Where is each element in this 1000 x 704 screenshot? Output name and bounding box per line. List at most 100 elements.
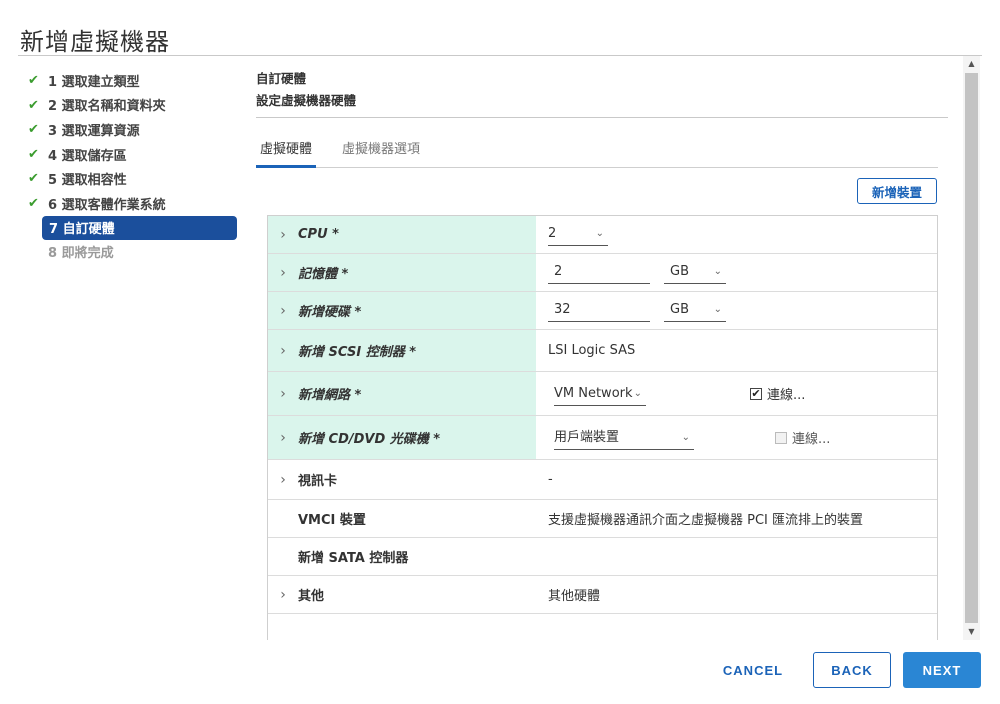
check-icon: ✔ bbox=[28, 195, 39, 211]
row-label[interactable]: › 新增 SCSI 控制器 * bbox=[268, 330, 536, 371]
row-label[interactable]: › CPU * bbox=[268, 216, 536, 253]
row-label[interactable]: › 新增硬碟 * bbox=[268, 292, 536, 329]
scsi-value: LSI Logic SAS bbox=[548, 343, 636, 358]
network-value: VM Network bbox=[554, 386, 633, 401]
scsi-label: 新增 SCSI 控制器 * bbox=[298, 345, 417, 360]
wizard-step-6[interactable]: ✔ 6 選取客體作業系統 bbox=[28, 191, 238, 216]
wizard-step-2[interactable]: ✔ 2 選取名稱和資料夾 bbox=[28, 93, 238, 118]
hardware-row-video: › 視訊卡 - bbox=[268, 460, 937, 500]
wizard-step-label: 2 選取名稱和資料夾 bbox=[48, 99, 166, 115]
row-label[interactable]: › 新增網路 * bbox=[268, 372, 536, 415]
chevron-down-icon: ⌄ bbox=[713, 304, 722, 315]
network-select[interactable]: VM Network ⌄ bbox=[554, 384, 646, 406]
memory-unit-select[interactable]: GB ⌄ bbox=[664, 262, 726, 284]
cpu-select[interactable]: 2 ⌄ bbox=[548, 224, 608, 246]
chevron-down-icon: ⌄ bbox=[595, 228, 604, 239]
row-label[interactable]: › 其他 bbox=[268, 576, 536, 613]
other-label: 其他 bbox=[298, 589, 325, 604]
chevron-right-icon[interactable]: › bbox=[268, 587, 298, 603]
check-icon: ✔ bbox=[28, 73, 39, 88]
disk-unit: GB bbox=[670, 302, 689, 317]
network-connect-checkbox[interactable]: ✔ 連線... bbox=[750, 384, 805, 403]
wizard-step-1[interactable]: ✔ 1 選取建立類型 bbox=[28, 68, 238, 93]
chevron-right-icon[interactable]: › bbox=[268, 265, 298, 281]
wizard-step-3[interactable]: ✔ 3 選取運算資源 bbox=[28, 117, 238, 142]
chevron-right-icon[interactable]: › bbox=[268, 227, 298, 243]
checkbox-checked-icon[interactable]: ✔ bbox=[750, 387, 762, 400]
header-divider bbox=[256, 117, 948, 118]
scrollbar-thumb[interactable] bbox=[965, 73, 978, 623]
hardware-row-cd-dvd: › 新增 CD/DVD 光碟機 * 用戶端裝置 ⌄ 連線... bbox=[268, 416, 937, 460]
tab-vm-options[interactable]: 虛擬機器選項 bbox=[338, 140, 424, 168]
scroll-down-icon[interactable]: ▼ bbox=[963, 624, 980, 640]
wizard-step-label: 8 即將完成 bbox=[48, 246, 114, 262]
memory-label: 記憶體 * bbox=[298, 267, 349, 282]
wizard-step-7-current[interactable]: 7 自訂硬體 bbox=[42, 215, 237, 240]
hardware-row-memory: › 記憶體 * 2 GB ⌄ bbox=[268, 254, 937, 292]
add-device-button[interactable]: 新增裝置 bbox=[857, 178, 937, 204]
hardware-row-network: › 新增網路 * VM Network ⌄ ✔ 連線... bbox=[268, 372, 937, 416]
page-subtitle: 設定虛擬機器硬體 bbox=[256, 93, 357, 108]
hardware-row-scsi: › 新增 SCSI 控制器 * LSI Logic SAS bbox=[268, 330, 937, 372]
wizard-step-label: 1 選取建立類型 bbox=[48, 74, 140, 90]
wizard-step-label: 7 自訂硬體 bbox=[49, 222, 115, 238]
scroll-up-icon[interactable]: ▲ bbox=[963, 56, 980, 72]
wizard-step-label: 6 選取客體作業系統 bbox=[48, 197, 166, 213]
tab-virtual-hardware[interactable]: 虛擬硬體 bbox=[256, 140, 317, 168]
row-label[interactable]: › 視訊卡 bbox=[268, 460, 536, 499]
chevron-right-icon[interactable]: › bbox=[268, 303, 298, 319]
check-icon: ✔ bbox=[28, 146, 39, 162]
row-label: VMCI 裝置 bbox=[268, 500, 536, 537]
wizard-step-5[interactable]: ✔ 5 選取相容性 bbox=[28, 166, 238, 191]
other-value: 其他硬體 bbox=[548, 589, 601, 604]
memory-unit: GB bbox=[670, 264, 689, 279]
cd-dvd-select[interactable]: 用戶端裝置 ⌄ bbox=[554, 428, 694, 450]
wizard-step-label: 4 選取儲存區 bbox=[48, 148, 127, 164]
video-label: 視訊卡 bbox=[298, 474, 338, 489]
wizard-steps: ✔ 1 選取建立類型 ✔ 2 選取名稱和資料夾 ✔ 3 選取運算資源 ✔ 4 選取儲存區… bbox=[28, 68, 238, 264]
chevron-right-icon[interactable]: › bbox=[268, 343, 298, 359]
check-icon: ✔ bbox=[28, 171, 39, 187]
next-button[interactable]: NEXT bbox=[903, 652, 981, 688]
vmci-label: VMCI 裝置 bbox=[298, 513, 366, 528]
row-label[interactable]: › 記憶體 * bbox=[268, 254, 536, 291]
vmci-value: 支援虛擬機器通訊介面之虛擬機器 PCI 匯流排上的裝置 bbox=[548, 513, 864, 528]
title-divider bbox=[18, 55, 982, 56]
hardware-table: › CPU * 2 ⌄ › 記憶體 * 2 GB ⌄ › 新增硬碟 * 32 GB ⌄ › 新… bbox=[267, 215, 938, 640]
memory-input[interactable]: 2 bbox=[548, 262, 650, 284]
vertical-scrollbar[interactable]: ▲ ▼ bbox=[963, 56, 980, 640]
wizard-step-label: 5 選取相容性 bbox=[48, 173, 127, 189]
cancel-button[interactable]: CANCEL bbox=[714, 652, 792, 688]
chevron-right-icon[interactable]: › bbox=[268, 430, 298, 446]
cpu-label: CPU * bbox=[298, 227, 339, 242]
checkbox-unchecked-icon[interactable] bbox=[775, 431, 787, 444]
wizard-step-8: 8 即將完成 bbox=[28, 240, 238, 265]
back-button[interactable]: BACK bbox=[813, 652, 891, 688]
row-label[interactable]: › 新增 CD/DVD 光碟機 * bbox=[268, 416, 536, 459]
cd-dvd-connect-label: 連線... bbox=[792, 432, 831, 447]
chevron-down-icon: ⌄ bbox=[681, 432, 690, 443]
dialog-title: 新增虛擬機器 bbox=[20, 28, 170, 56]
sata-label: 新增 SATA 控制器 bbox=[298, 551, 409, 566]
chevron-right-icon[interactable]: › bbox=[268, 386, 298, 402]
chevron-down-icon: ⌄ bbox=[633, 388, 642, 399]
video-value: - bbox=[548, 472, 553, 487]
chevron-down-icon: ⌄ bbox=[713, 266, 722, 277]
new-disk-label: 新增硬碟 * bbox=[298, 305, 362, 320]
sata-value bbox=[548, 538, 937, 575]
wizard-step-4[interactable]: ✔ 4 選取儲存區 bbox=[28, 142, 238, 167]
hardware-row-sata: 新增 SATA 控制器 bbox=[268, 538, 937, 576]
check-icon: ✔ bbox=[28, 97, 39, 113]
cd-dvd-label: 新增 CD/DVD 光碟機 * bbox=[298, 432, 441, 447]
check-icon: ✔ bbox=[28, 122, 39, 138]
cd-dvd-connect-checkbox[interactable]: 連線... bbox=[775, 428, 830, 447]
tab-bar: 虛擬硬體 虛擬機器選項 bbox=[256, 140, 938, 168]
disk-unit-select[interactable]: GB ⌄ bbox=[664, 300, 726, 322]
dialog-footer: CANCEL BACK NEXT bbox=[0, 640, 1000, 704]
row-label: 新增 SATA 控制器 bbox=[268, 538, 536, 575]
disk-size-input[interactable]: 32 bbox=[548, 300, 650, 322]
hardware-row-cpu: › CPU * 2 ⌄ bbox=[268, 216, 937, 254]
chevron-right-icon[interactable]: › bbox=[268, 472, 298, 488]
cpu-value: 2 bbox=[548, 226, 557, 241]
hardware-row-new-disk: › 新增硬碟 * 32 GB ⌄ bbox=[268, 292, 937, 330]
